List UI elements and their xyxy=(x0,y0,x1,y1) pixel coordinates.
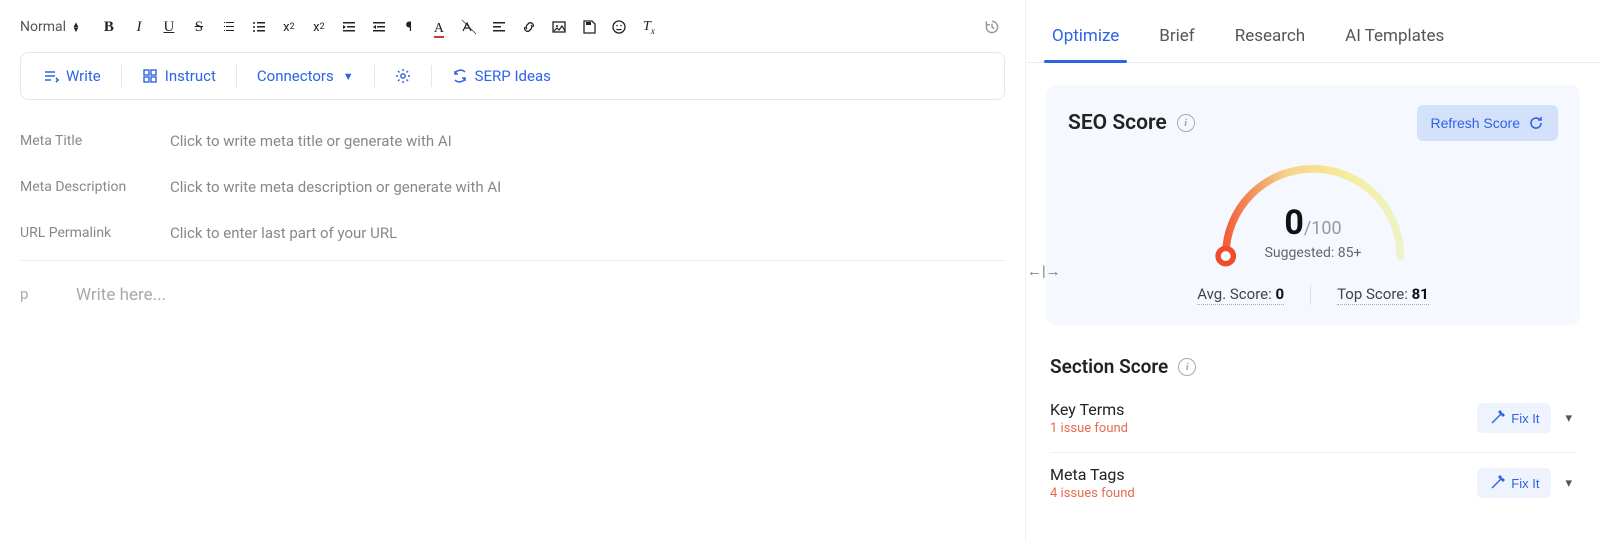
separator xyxy=(1310,285,1311,305)
tab-optimize-label: Optimize xyxy=(1052,26,1119,46)
tab-brief[interactable]: Brief xyxy=(1157,16,1196,62)
ai-connectors-button[interactable]: Connectors ▼ xyxy=(249,61,362,91)
tab-ai-templates[interactable]: AI Templates xyxy=(1343,16,1446,62)
section-item-key-terms: Key Terms 1 issue found Fix It ▾ xyxy=(1026,388,1600,448)
seo-score-suggested: Suggested: 85+ xyxy=(1198,245,1428,261)
ai-settings-button[interactable] xyxy=(387,62,419,90)
refresh-icon xyxy=(1528,115,1544,131)
ai-connectors-label: Connectors xyxy=(257,67,334,85)
tab-optimize[interactable]: Optimize xyxy=(1050,16,1121,62)
separator xyxy=(121,65,122,87)
top-score-stat: Top Score: 81 xyxy=(1337,285,1429,305)
meta-description-input[interactable]: Click to write meta description or gener… xyxy=(170,178,501,196)
unordered-list-button[interactable] xyxy=(246,14,272,40)
seo-score-gauge: 0/100 Suggested: 85+ xyxy=(1198,147,1428,267)
paragraph-format-label: Normal xyxy=(20,19,66,35)
history-icon[interactable] xyxy=(979,14,1005,40)
link-button[interactable] xyxy=(516,14,542,40)
wand-icon xyxy=(1489,475,1505,491)
fix-it-label: Fix It xyxy=(1511,476,1539,491)
section-score-title: Section Score xyxy=(1050,355,1168,378)
separator xyxy=(374,65,375,87)
tab-research[interactable]: Research xyxy=(1233,16,1307,62)
save-button[interactable] xyxy=(576,14,602,40)
fix-it-button[interactable]: Fix It xyxy=(1477,403,1551,433)
subscript-button[interactable]: x2 xyxy=(276,14,302,40)
seo-score-title: SEO Score xyxy=(1068,111,1167,135)
tab-research-label: Research xyxy=(1235,26,1305,46)
avg-score-value: 0 xyxy=(1275,285,1284,303)
meta-title-label: Meta Title xyxy=(20,133,170,149)
refresh-score-label: Refresh Score xyxy=(1431,115,1520,131)
section-item-issues: 4 issues found xyxy=(1050,486,1135,501)
meta-description-label: Meta Description xyxy=(20,179,170,195)
text-direction-button[interactable]: ¶ xyxy=(396,14,422,40)
underline-button[interactable]: U xyxy=(156,14,182,40)
serp-ideas-button[interactable]: SERP Ideas xyxy=(444,61,559,91)
separator xyxy=(236,65,237,87)
strikethrough-button[interactable]: S xyxy=(186,14,212,40)
panel-resize-handle[interactable]: ←|→ xyxy=(1027,262,1061,280)
tab-ai-templates-label: AI Templates xyxy=(1345,26,1444,46)
avg-score-label: Avg. Score: xyxy=(1197,285,1275,303)
sidebar-tabs: Optimize Brief Research AI Templates xyxy=(1026,8,1600,63)
meta-title-input[interactable]: Click to write meta title or generate wi… xyxy=(170,132,452,150)
clear-format-button[interactable]: Tx xyxy=(636,14,662,40)
seo-score-value: 0 xyxy=(1284,203,1304,243)
separator xyxy=(431,65,432,87)
fix-it-button[interactable]: Fix It xyxy=(1477,468,1551,498)
ai-toolbar: Write Instruct Connectors ▼ SERP Ideas xyxy=(20,52,1005,100)
indent-button[interactable] xyxy=(366,14,392,40)
bold-button[interactable]: B xyxy=(96,14,122,40)
text-color-button[interactable]: A xyxy=(426,14,452,40)
chevron-down-icon: ▼ xyxy=(343,70,354,83)
align-button[interactable] xyxy=(486,14,512,40)
highlight-color-button[interactable] xyxy=(456,14,482,40)
serp-ideas-label: SERP Ideas xyxy=(475,67,551,85)
tab-brief-label: Brief xyxy=(1159,26,1194,46)
info-icon[interactable]: i xyxy=(1177,114,1195,132)
image-button[interactable] xyxy=(546,14,572,40)
editor-body[interactable]: Write here... xyxy=(76,285,166,305)
element-tag-indicator: p xyxy=(20,285,76,305)
ai-write-button[interactable]: Write xyxy=(35,61,109,91)
seo-score-card: SEO Score i Refresh Score xyxy=(1046,85,1580,325)
refresh-score-button[interactable]: Refresh Score xyxy=(1417,105,1558,141)
info-icon[interactable]: i xyxy=(1178,358,1196,376)
superscript-button[interactable]: x2 xyxy=(306,14,332,40)
emoji-button[interactable] xyxy=(606,14,632,40)
avg-score-stat: Avg. Score: 0 xyxy=(1197,285,1284,305)
url-permalink-label: URL Permalink xyxy=(20,225,170,241)
seo-score-max: /100 xyxy=(1304,218,1342,239)
chevron-down-icon[interactable]: ▾ xyxy=(1561,472,1576,495)
ai-write-label: Write xyxy=(66,67,101,85)
wand-icon xyxy=(1489,410,1505,426)
section-item-meta-tags: Meta Tags 4 issues found Fix It ▾ xyxy=(1026,453,1600,513)
ordered-list-button[interactable] xyxy=(216,14,242,40)
fix-it-label: Fix It xyxy=(1511,411,1539,426)
section-item-name: Meta Tags xyxy=(1050,465,1135,484)
top-score-value: 81 xyxy=(1412,285,1429,303)
formatting-toolbar: Normal ▲▼ B I U S x2 x2 ¶ A xyxy=(20,10,1005,52)
section-item-issues: 1 issue found xyxy=(1050,421,1128,436)
section-item-name: Key Terms xyxy=(1050,400,1128,419)
chevron-down-icon[interactable]: ▾ xyxy=(1561,407,1576,430)
ai-instruct-button[interactable]: Instruct xyxy=(134,61,224,91)
outdent-button[interactable] xyxy=(336,14,362,40)
select-updown-icon: ▲▼ xyxy=(72,22,80,32)
ai-instruct-label: Instruct xyxy=(165,67,216,85)
paragraph-format-select[interactable]: Normal ▲▼ xyxy=(20,19,80,35)
italic-button[interactable]: I xyxy=(126,14,152,40)
url-permalink-input[interactable]: Click to enter last part of your URL xyxy=(170,224,397,242)
top-score-label: Top Score: xyxy=(1337,285,1412,303)
